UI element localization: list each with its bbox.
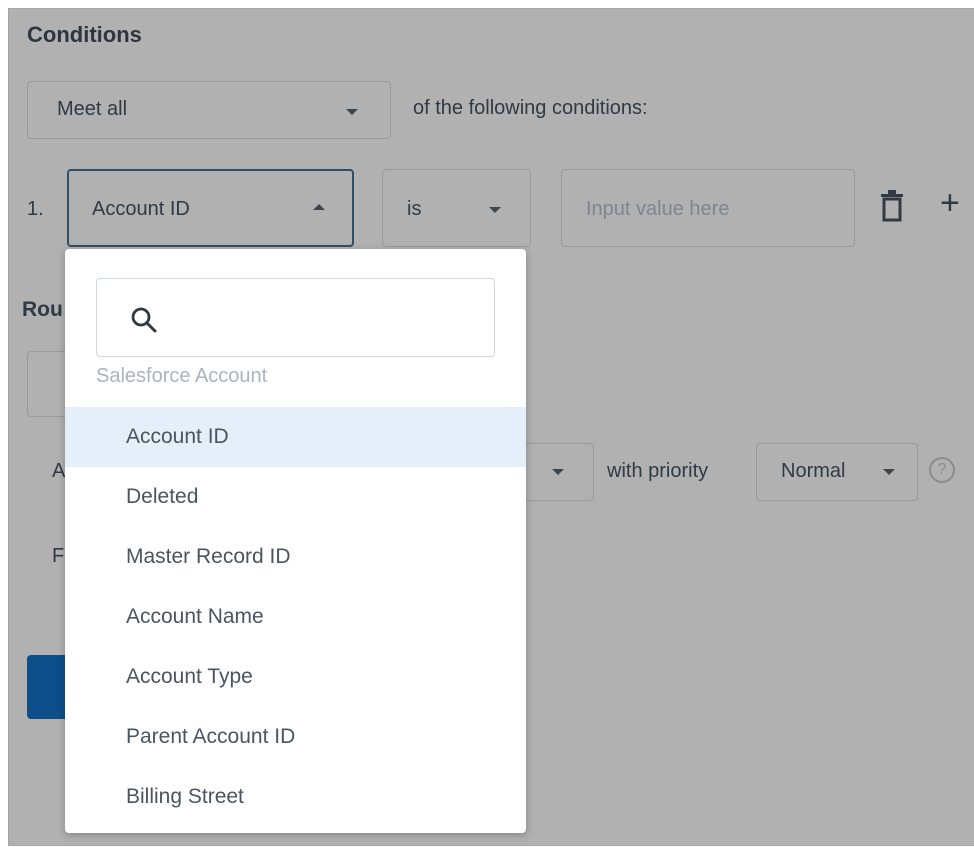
routing-section-title: Rou <box>22 298 63 321</box>
search-icon <box>131 307 157 333</box>
primary-button[interactable] <box>27 655 67 719</box>
chevron-down-icon <box>346 109 358 115</box>
dropdown-option[interactable]: Master Record ID <box>65 527 526 587</box>
condition-value-input[interactable]: Input value here <box>561 169 855 247</box>
condition-number: 1. <box>27 198 44 220</box>
dropdown-search-input[interactable] <box>96 278 495 357</box>
conditions-title: Conditions <box>27 22 142 47</box>
chevron-down-icon <box>489 207 501 213</box>
with-priority-label: with priority <box>607 460 709 482</box>
dropdown-group-label: Salesforce Account <box>96 365 268 387</box>
dropdown-option[interactable]: Account Type <box>65 647 526 707</box>
match-type-select[interactable]: Meet all <box>27 81 391 139</box>
assign-label: A <box>52 460 66 482</box>
priority-select[interactable]: Normal <box>756 443 918 501</box>
trash-icon[interactable] <box>880 190 904 222</box>
field-dropdown-menu: Salesforce Account Account ID Deleted Ma… <box>65 249 526 833</box>
chevron-up-icon <box>313 204 325 210</box>
match-suffix-text: of the following conditions: <box>413 97 648 119</box>
dropdown-option[interactable]: Account Name <box>65 587 526 647</box>
condition-field-select[interactable]: Account ID <box>67 169 354 247</box>
condition-operator-value: is <box>407 198 422 220</box>
dropdown-option[interactable]: Billing Street <box>65 767 526 827</box>
dropdown-option[interactable]: Parent Account ID <box>65 707 526 767</box>
condition-operator-select[interactable]: is <box>382 169 531 247</box>
assignee-select[interactable] <box>520 443 594 501</box>
plus-icon[interactable]: + <box>940 186 960 220</box>
condition-field-value: Account ID <box>92 198 190 220</box>
help-icon[interactable]: ? <box>929 457 955 483</box>
dropdown-option[interactable]: Account ID <box>65 407 526 467</box>
chevron-down-icon <box>552 469 564 475</box>
chevron-down-icon <box>883 469 895 475</box>
dropdown-option[interactable]: Deleted <box>65 467 526 527</box>
routing-row-label: F <box>52 545 65 567</box>
condition-value-placeholder: Input value here <box>586 198 730 220</box>
match-type-value: Meet all <box>57 98 128 120</box>
priority-value: Normal <box>781 460 846 482</box>
